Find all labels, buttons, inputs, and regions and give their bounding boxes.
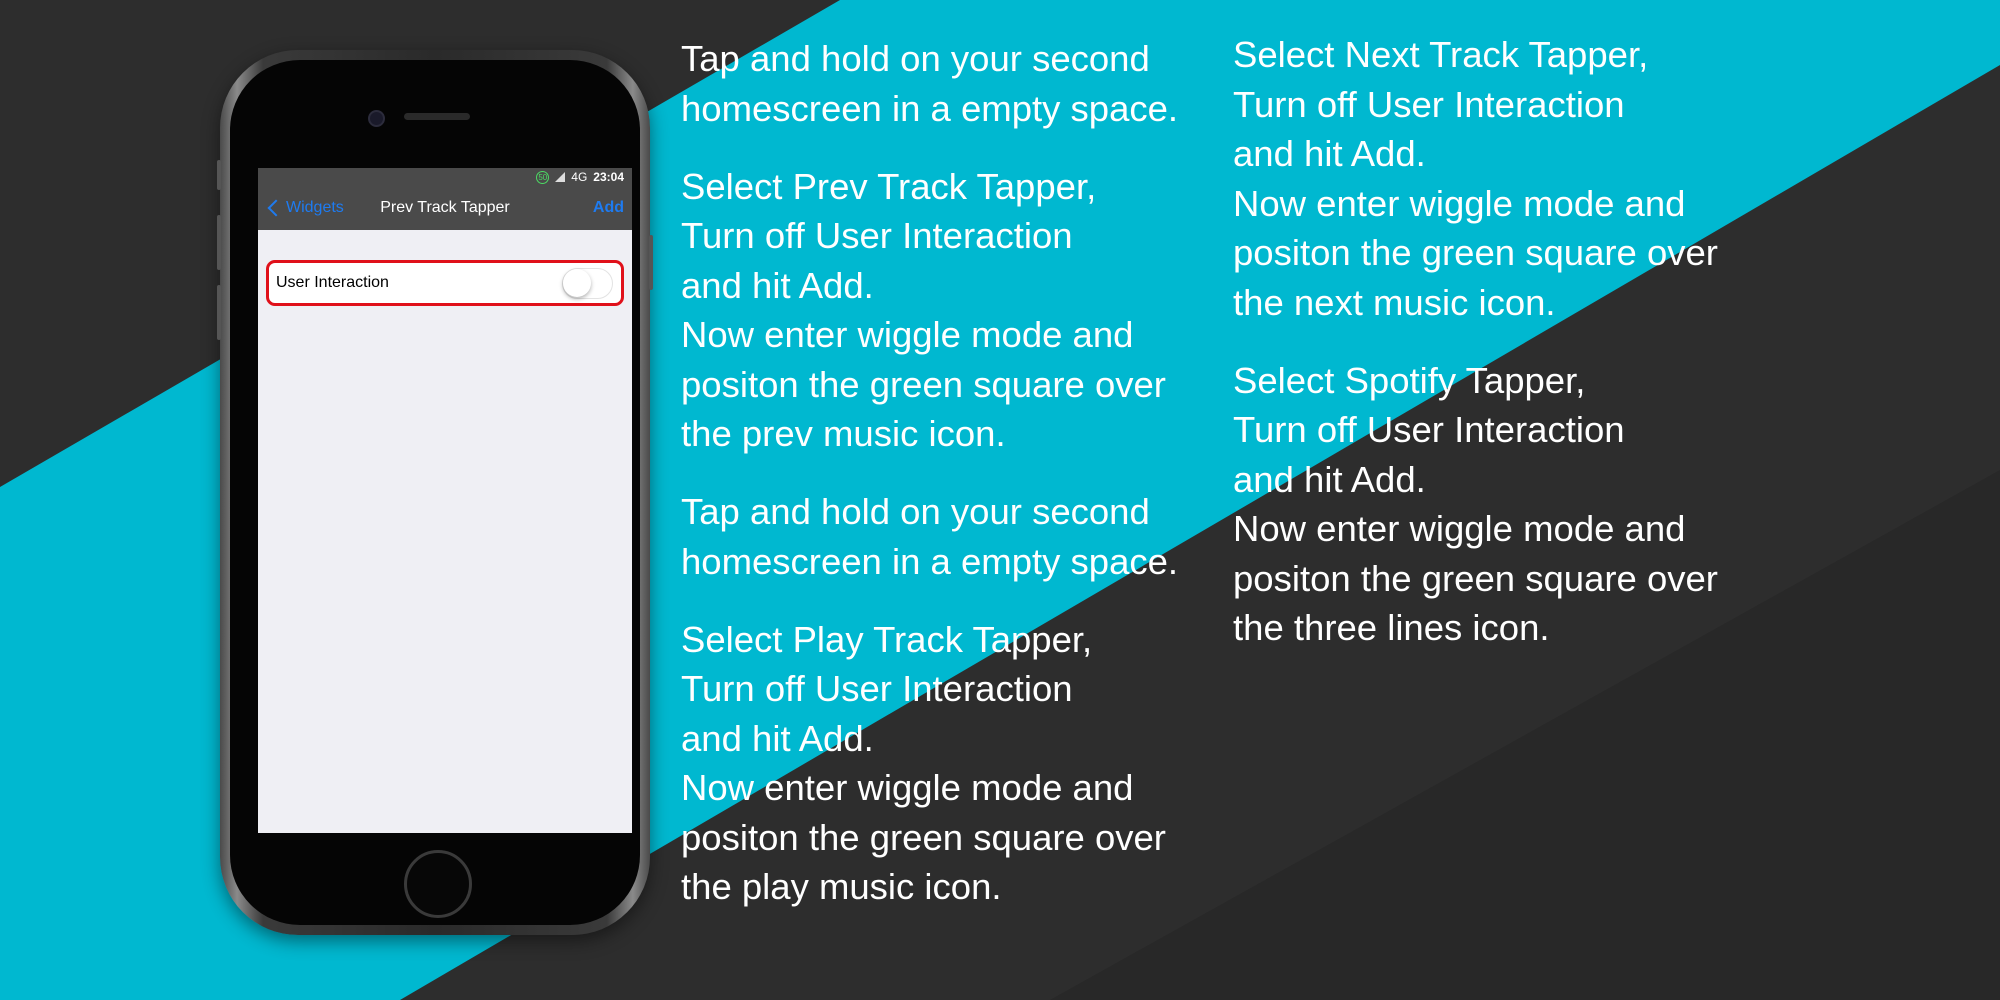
instruction-block: Select Next Track Tapper, Turn off User I… <box>1233 30 1718 327</box>
user-interaction-label: User Interaction <box>276 274 389 291</box>
instruction-block: Select Prev Track Tapper, Turn off User I… <box>681 162 1178 459</box>
battery-circle-icon: 50 <box>536 170 550 184</box>
instruction-line: and hit Add. <box>1233 133 1426 174</box>
signal-strength-icon <box>555 172 566 182</box>
instruction-line: positon the green square over <box>681 816 1166 858</box>
status-bar: 50 4G 23:04 <box>258 168 632 186</box>
front-camera-icon <box>368 110 385 127</box>
instruction-block: Tap and hold on your second homescreen in… <box>681 487 1178 586</box>
status-time: 23:04 <box>593 170 624 184</box>
instruction-line: the play music icon. <box>681 866 1002 907</box>
instruction-line: Select Spotify Tapper, <box>1233 359 1586 401</box>
instruction-line: Tap and hold on your second <box>681 38 1150 79</box>
instruction-line: Tap and hold on your second <box>681 491 1150 532</box>
user-interaction-row: User Interaction <box>266 260 624 306</box>
phone-bezel: 50 4G 23:04 Widgets Prev Track Tapper Ad… <box>230 60 640 925</box>
chevron-left-icon <box>267 199 285 217</box>
home-button[interactable] <box>404 850 472 918</box>
instruction-block: Select Spotify Tapper, Turn off User Inte… <box>1233 356 1718 653</box>
instruction-line: the next music icon. <box>1233 281 1556 323</box>
power-button <box>649 235 653 290</box>
instruction-line: Now enter wiggle mode and <box>1233 182 1686 224</box>
volume-up-button <box>217 215 221 270</box>
instruction-line: Now enter wiggle mode and <box>681 314 1134 355</box>
instruction-line: Turn off User Interaction <box>681 215 1073 256</box>
phone-screen: 50 4G 23:04 Widgets Prev Track Tapper Ad… <box>258 168 632 833</box>
instruction-line: and hit Add. <box>681 264 874 306</box>
instructions-column-1: Tap and hold on your second homescreen in… <box>681 34 1178 912</box>
instruction-line: and hit Add. <box>1233 458 1426 500</box>
instruction-block: Select Play Track Tapper, Turn off User I… <box>681 615 1178 912</box>
iphone-mockup: 50 4G 23:04 Widgets Prev Track Tapper Ad… <box>217 50 653 935</box>
toggle-knob <box>563 268 591 297</box>
instruction-line: positon the green square over <box>1233 557 1718 599</box>
user-interaction-toggle[interactable] <box>562 267 613 299</box>
instruction-line: Now enter wiggle mode and <box>681 767 1134 808</box>
instruction-line: Select Play Track Tapper, <box>681 618 1093 660</box>
instruction-block: Tap and hold on your second homescreen in… <box>681 34 1178 133</box>
instruction-line: the prev music icon. <box>681 413 1006 454</box>
instruction-line: Select Next Track Tapper, <box>1233 34 1649 75</box>
instruction-line: Turn off User Interaction <box>1233 83 1625 125</box>
back-label: Widgets <box>286 199 344 216</box>
battery-percent: 50 <box>538 172 548 182</box>
navigation-bar: Widgets Prev Track Tapper Add <box>258 186 632 230</box>
earpiece-speaker <box>404 113 470 120</box>
volume-down-button <box>217 285 221 340</box>
instruction-line: homescreen in a empty space. <box>681 540 1179 582</box>
instruction-line: and hit Add. <box>681 717 874 759</box>
instructions-column-2: Select Next Track Tapper, Turn off User I… <box>1233 30 1718 653</box>
instruction-line: Turn off User Interaction <box>1233 409 1625 450</box>
instruction-line: Select Prev Track Tapper, <box>681 165 1097 207</box>
instruction-line: Now enter wiggle mode and <box>1233 508 1686 549</box>
instruction-line: the three lines icon. <box>1233 607 1550 648</box>
instruction-line: positon the green square over <box>1233 232 1718 273</box>
instruction-line: Turn off User Interaction <box>681 668 1073 709</box>
mute-switch <box>217 160 221 190</box>
back-button[interactable]: Widgets <box>266 186 344 230</box>
network-type: 4G <box>571 170 588 184</box>
add-button[interactable]: Add <box>593 186 624 230</box>
instruction-line: positon the green square over <box>681 363 1166 405</box>
instruction-line: homescreen in a empty space. <box>681 87 1179 129</box>
